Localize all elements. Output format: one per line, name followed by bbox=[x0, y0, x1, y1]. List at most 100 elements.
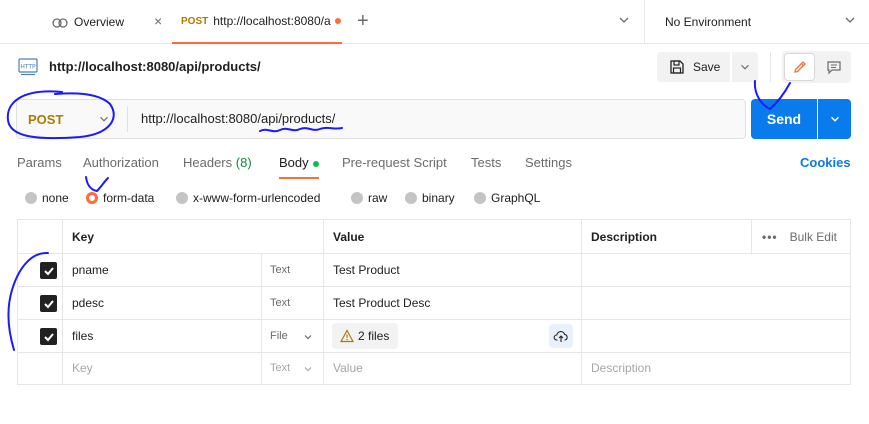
radio-none[interactable]: none bbox=[25, 191, 69, 205]
divider bbox=[770, 52, 771, 82]
send-button[interactable]: Send bbox=[751, 99, 817, 139]
row-key[interactable]: files bbox=[72, 329, 93, 343]
new-description-input[interactable]: Description bbox=[591, 361, 651, 375]
method-label: POST bbox=[28, 111, 64, 127]
files-count-label: 2 files bbox=[358, 329, 390, 343]
radio-binary-label: binary bbox=[422, 191, 455, 205]
radio-urlencoded[interactable]: x-www-form-urlencoded bbox=[176, 191, 320, 205]
radio-form-data-label: form-data bbox=[103, 191, 155, 205]
url-input[interactable]: http://localhost:8080/api/products/ bbox=[141, 111, 701, 126]
tab-headers-label: Headers bbox=[183, 155, 233, 170]
edit-button[interactable] bbox=[784, 53, 815, 81]
environment-chevron-icon[interactable] bbox=[842, 12, 858, 28]
row-enabled-checkbox[interactable] bbox=[40, 328, 57, 345]
row-type-select[interactable]: Text bbox=[270, 264, 290, 276]
comment-icon bbox=[826, 61, 841, 75]
url-bar: POST http://localhost:8080/api/products/ bbox=[16, 99, 746, 139]
chevron-down-icon[interactable] bbox=[303, 364, 313, 374]
save-disk-icon bbox=[670, 60, 684, 74]
table-row bbox=[18, 287, 850, 320]
row-key[interactable]: pdesc bbox=[72, 296, 104, 310]
radio-circle-selected bbox=[86, 192, 98, 204]
radio-circle bbox=[474, 192, 486, 204]
radio-none-label: none bbox=[42, 191, 69, 205]
radio-raw-label: raw bbox=[368, 191, 388, 205]
row-enabled-checkbox[interactable] bbox=[40, 295, 57, 312]
environment-select[interactable]: No Environment bbox=[665, 15, 751, 29]
tab-authorization[interactable]: Authorization bbox=[83, 155, 159, 170]
http-file-icon: HTTP bbox=[18, 58, 38, 76]
radio-raw[interactable]: raw bbox=[351, 191, 387, 205]
body-active-dot-icon bbox=[312, 160, 319, 167]
save-button[interactable]: Save bbox=[657, 52, 730, 82]
form-data-table: Key Value Description ••• Bulk Edit pnam… bbox=[17, 219, 851, 385]
row-value[interactable]: Test Product Desc bbox=[333, 296, 430, 310]
bulk-edit-label: Bulk Edit bbox=[789, 230, 837, 244]
radio-form-data[interactable]: form-data bbox=[86, 191, 154, 205]
divider bbox=[127, 106, 128, 132]
checkmark-icon bbox=[43, 299, 54, 308]
table-row bbox=[18, 254, 850, 287]
checkmark-icon bbox=[43, 266, 54, 275]
svg-text:HTTP: HTTP bbox=[20, 64, 36, 71]
radio-circle bbox=[176, 192, 188, 204]
radio-circle bbox=[351, 192, 363, 204]
active-tab-indicator bbox=[279, 177, 319, 179]
row-type-select[interactable]: File bbox=[270, 330, 288, 342]
radio-circle bbox=[405, 192, 417, 204]
column-divider bbox=[751, 220, 752, 254]
tab-body-label: Body bbox=[279, 155, 309, 170]
divider bbox=[644, 0, 645, 44]
column-divider bbox=[62, 220, 63, 384]
upload-button[interactable] bbox=[549, 324, 573, 348]
column-header-key: Key bbox=[72, 230, 95, 244]
radio-graphql[interactable]: GraphQL bbox=[474, 191, 540, 205]
tab-bar: Overview × POST http://localhost:8080/a … bbox=[0, 0, 869, 44]
new-tab-plus-icon[interactable]: + bbox=[357, 11, 369, 31]
row-key[interactable]: pname bbox=[72, 263, 109, 277]
unsaved-dot-icon bbox=[334, 18, 341, 24]
radio-urlencoded-label: x-www-form-urlencoded bbox=[193, 191, 321, 205]
tab-settings[interactable]: Settings bbox=[525, 155, 572, 170]
tabs-dropdown-chevron-icon[interactable] bbox=[616, 12, 632, 28]
row-value[interactable]: Test Product bbox=[333, 263, 400, 277]
pencil-icon bbox=[793, 61, 806, 73]
cloud-upload-icon bbox=[553, 331, 568, 342]
overview-icon bbox=[52, 18, 68, 28]
cookies-link[interactable]: Cookies bbox=[800, 155, 851, 170]
close-tab-icon[interactable]: × bbox=[154, 14, 168, 28]
chevron-down-icon[interactable] bbox=[303, 332, 313, 342]
save-options-button[interactable] bbox=[732, 52, 758, 82]
tab-params[interactable]: Params bbox=[17, 155, 62, 170]
tab-pre-request-script[interactable]: Pre-request Script bbox=[342, 155, 447, 170]
tab-active-request[interactable]: POST http://localhost:8080/a bbox=[172, 0, 342, 44]
chevron-down-icon bbox=[741, 64, 749, 70]
headers-count: (8) bbox=[235, 155, 252, 170]
request-title[interactable]: http://localhost:8080/api/products/ bbox=[49, 59, 261, 74]
tab-overview[interactable]: Overview bbox=[40, 0, 170, 44]
send-options-button[interactable] bbox=[818, 99, 851, 139]
radio-graphql-label: GraphQL bbox=[491, 191, 541, 205]
new-value-input[interactable]: Value bbox=[333, 361, 363, 375]
new-key-input[interactable]: Key bbox=[72, 361, 93, 375]
row-enabled-checkbox[interactable] bbox=[40, 262, 57, 279]
tab-headers[interactable]: Headers (8) bbox=[183, 155, 252, 170]
radio-circle bbox=[25, 192, 37, 204]
method-select[interactable]: POST bbox=[17, 100, 127, 138]
chevron-down-icon bbox=[100, 116, 108, 122]
radio-binary[interactable]: binary bbox=[405, 191, 455, 205]
row-type-select[interactable]: Text bbox=[270, 297, 290, 309]
table-row bbox=[18, 320, 850, 353]
files-chip[interactable]: 2 files bbox=[332, 323, 398, 349]
warning-icon bbox=[340, 329, 354, 343]
bulk-edit-button[interactable]: ••• Bulk Edit bbox=[762, 230, 837, 244]
column-divider bbox=[581, 220, 582, 384]
comments-button[interactable] bbox=[818, 53, 849, 81]
annotation-tick-form-data bbox=[85, 176, 109, 193]
tab-tests[interactable]: Tests bbox=[471, 155, 501, 170]
new-type-select[interactable]: Text bbox=[270, 362, 290, 374]
checkmark-icon bbox=[43, 332, 54, 341]
tab-body[interactable]: Body bbox=[279, 155, 319, 170]
more-options-icon[interactable]: ••• bbox=[762, 230, 778, 244]
tab-method-badge: POST bbox=[181, 15, 209, 27]
